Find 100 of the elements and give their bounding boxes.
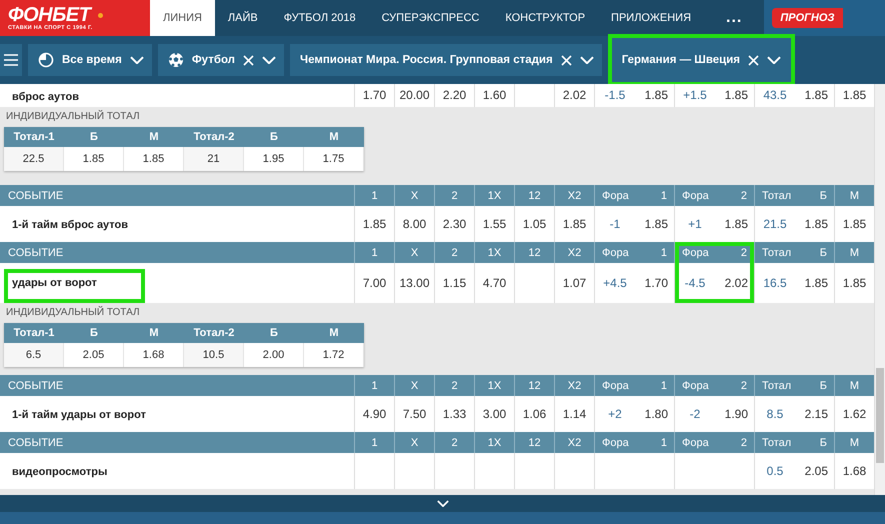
odds-value[interactable]: 1.85: [842, 276, 866, 290]
odds-value[interactable]: 1.90: [724, 407, 748, 421]
odds-value[interactable]: 2.05: [804, 464, 828, 478]
odds-value[interactable]: 7.50: [402, 407, 426, 421]
odds-value[interactable]: 1.85: [362, 217, 386, 231]
close-icon: [560, 54, 572, 66]
odds-value[interactable]: 1.15: [442, 276, 466, 290]
column-header: 2: [715, 242, 755, 263]
odds-value[interactable]: 2.30: [442, 217, 466, 231]
odds-value[interactable]: 1.07: [562, 276, 586, 290]
odds-value[interactable]: 1.95: [244, 147, 304, 171]
remove-button[interactable]: [748, 54, 760, 66]
odds-value[interactable]: 20.00: [399, 88, 430, 102]
remove-button[interactable]: [560, 54, 572, 66]
soccer-ball-icon: [168, 52, 184, 68]
odds-value[interactable]: 1.70: [362, 88, 386, 102]
odds-value[interactable]: 1.68: [124, 343, 184, 367]
odds-value[interactable]: 1.85: [64, 147, 124, 171]
column-header: Фора: [601, 188, 630, 204]
odds-value[interactable]: 2.20: [442, 88, 466, 102]
column-header: Фора: [681, 436, 710, 450]
event-name: удары от ворот: [4, 269, 145, 303]
remove-button[interactable]: [243, 54, 254, 66]
odds-value[interactable]: 1.60: [482, 88, 506, 102]
dropdown-button[interactable]: [130, 56, 144, 64]
filter-chip[interactable]: Чемпионат Мира. Россия. Групповая стадия: [290, 44, 602, 76]
odds-value[interactable]: 1.85: [724, 88, 748, 102]
odds-value[interactable]: 1.85: [562, 217, 586, 231]
odds-value[interactable]: 3.00: [482, 407, 506, 421]
column-header: Б: [244, 127, 304, 147]
column-header: Фора: [601, 246, 630, 260]
odds-value[interactable]: 2.02: [724, 276, 748, 290]
odds-value[interactable]: 1.85: [724, 217, 748, 231]
odds-value[interactable]: 1.06: [522, 407, 546, 421]
odds-value: +4.5: [603, 276, 627, 290]
more-menu[interactable]: ...: [704, 0, 764, 36]
chevron-down-icon: [580, 56, 594, 64]
menu-button[interactable]: [0, 44, 22, 76]
odds-value[interactable]: 1.05: [522, 217, 546, 231]
odds-value: 21.5: [763, 217, 787, 231]
odds-value[interactable]: 1.55: [482, 217, 506, 231]
dropdown-button[interactable]: [580, 56, 594, 64]
odds-value[interactable]: 7.00: [362, 276, 386, 290]
scrollbar[interactable]: [874, 84, 885, 495]
odds-value[interactable]: 1.85: [804, 88, 828, 102]
event-name: видеопросмотры: [11, 465, 108, 480]
column-header: Фора: [601, 378, 630, 394]
filter-chip[interactable]: Все время: [28, 44, 152, 76]
odds-value[interactable]: 2.00: [244, 343, 304, 367]
odds-value[interactable]: 1.72: [304, 343, 364, 367]
column-header: М: [304, 127, 364, 147]
odds-value[interactable]: 1.85: [804, 217, 828, 231]
odds-value[interactable]: 1.62: [842, 407, 866, 421]
odds-value: +1: [688, 217, 702, 231]
odds-value[interactable]: 1.85: [124, 147, 184, 171]
odds-value[interactable]: 4.90: [362, 407, 386, 421]
scrollbar-thumb[interactable]: [876, 368, 884, 463]
odds-value[interactable]: 1.85: [804, 276, 828, 290]
column-header: Фора: [681, 188, 710, 204]
odds-value[interactable]: 1.85: [644, 217, 668, 231]
odds-value[interactable]: 2.15: [804, 407, 828, 421]
column-header: Тотал: [761, 188, 792, 204]
filter-label: Футбол: [192, 54, 235, 66]
column-header: Тотал-1: [4, 323, 64, 343]
odds-value[interactable]: 1.75: [304, 147, 364, 171]
odds-value[interactable]: 13.00: [399, 276, 430, 290]
column-header: Тотал: [761, 378, 792, 394]
odds-value[interactable]: 2.02: [562, 88, 586, 102]
chevron-down-icon: [436, 500, 448, 508]
section-title: ИНДИВИДУАЛЬНЫЙ ТОТАЛ: [6, 111, 141, 122]
column-header: Б: [64, 127, 124, 147]
dropdown-button[interactable]: [262, 56, 276, 64]
expand-button[interactable]: [436, 500, 448, 508]
column-header: М: [124, 127, 184, 147]
odds-value[interactable]: 1.85: [842, 217, 866, 231]
column-header: Тотал: [761, 246, 792, 260]
odds-value[interactable]: 1.68: [842, 464, 866, 478]
odds-value[interactable]: 2.05: [64, 343, 124, 367]
close-icon: [748, 54, 760, 66]
odds-value[interactable]: 4.70: [482, 276, 506, 290]
odds-value: +2: [608, 407, 622, 421]
odds-value[interactable]: 1.33: [442, 407, 466, 421]
dropdown-button[interactable]: [767, 56, 782, 64]
odds-value[interactable]: 8.00: [402, 217, 426, 231]
odds-value: 6.5: [4, 343, 64, 367]
odds-value[interactable]: 1.80: [644, 407, 668, 421]
filter-chip[interactable]: Германия — Швеция: [608, 34, 796, 86]
promo-link[interactable]: ПРОГНОЗ: [772, 8, 842, 28]
odds-value[interactable]: 1.85: [842, 88, 866, 102]
nav-tab[interactable]: ЛИНИЯ: [150, 0, 215, 36]
nav-tab[interactable]: КОНСТРУКТОР: [492, 0, 598, 36]
menu-icon: [4, 54, 18, 66]
odds-value[interactable]: 1.14: [562, 407, 586, 421]
nav-tab[interactable]: ЛАЙВ: [214, 0, 271, 36]
nav-tab[interactable]: СУПЕРЭКСПРЕСС: [368, 0, 492, 36]
nav-tab[interactable]: ФУТБОЛ 2018: [270, 0, 369, 36]
odds-value[interactable]: 1.70: [644, 276, 668, 290]
filter-chip[interactable]: Футбол: [158, 44, 284, 76]
nav-tab[interactable]: ПРИЛОЖЕНИЯ: [598, 0, 704, 36]
odds-value[interactable]: 1.85: [644, 88, 668, 102]
